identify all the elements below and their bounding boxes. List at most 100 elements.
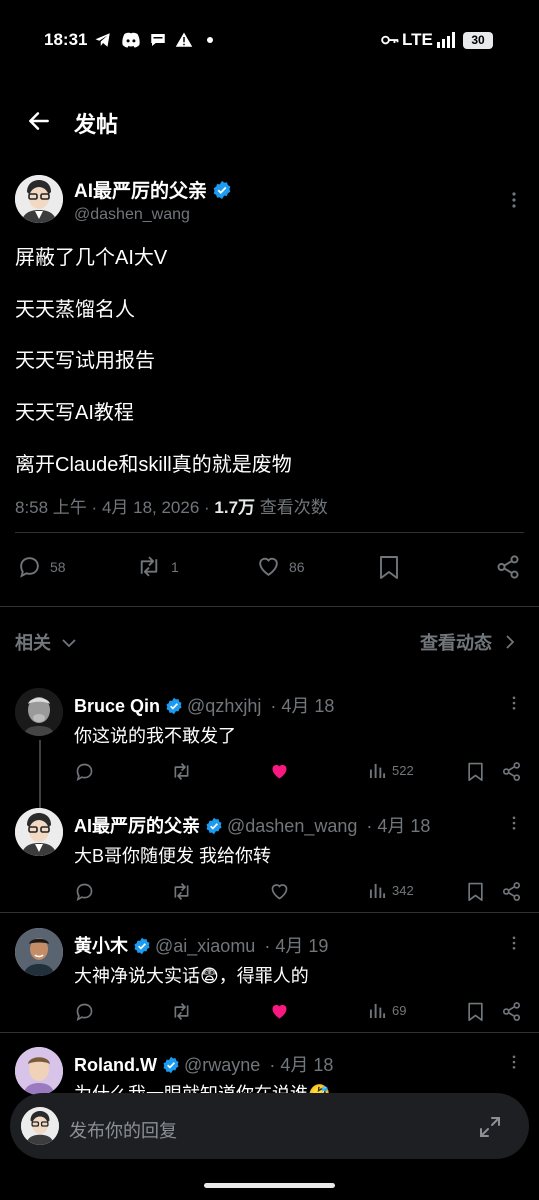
telegram-icon <box>94 31 112 49</box>
reply-handle[interactable]: @dashen_wang <box>227 816 357 836</box>
more-options-icon[interactable] <box>506 191 522 209</box>
status-time: 18:31 <box>44 30 88 49</box>
like-button[interactable]: 86 <box>256 554 305 579</box>
verified-badge-icon <box>166 697 182 715</box>
reply-handle[interactable]: @qzhxjhj <box>187 696 261 716</box>
like-count: 86 <box>289 558 305 575</box>
repost-icon <box>140 556 158 577</box>
reply-avatar[interactable] <box>15 688 63 736</box>
views-count: 522 <box>392 763 414 778</box>
chevron-right-icon <box>506 635 515 649</box>
key-icon <box>381 33 399 47</box>
share-icon[interactable] <box>501 761 522 782</box>
expand-icon[interactable] <box>478 1115 502 1139</box>
repost-icon[interactable] <box>170 881 193 902</box>
verified-badge-icon <box>213 180 231 200</box>
more-options-icon[interactable] <box>507 1054 521 1070</box>
reply-avatar[interactable] <box>15 928 63 976</box>
verified-badge-icon <box>163 1056 179 1074</box>
bookmark-icon[interactable] <box>466 881 485 902</box>
views-chart-icon <box>369 1003 386 1019</box>
reply-text: 大B哥你随便发 我给你转 <box>74 846 272 866</box>
more-options-icon[interactable] <box>507 695 521 711</box>
author-avatar[interactable] <box>15 175 63 223</box>
related-dropdown[interactable]: 相关 <box>15 629 76 655</box>
repost-icon[interactable] <box>170 761 193 782</box>
composer-avatar <box>21 1107 59 1145</box>
repost-button[interactable]: 1 <box>135 554 179 579</box>
repost-icon[interactable] <box>170 1001 193 1022</box>
thread-line <box>39 740 41 808</box>
reply-date[interactable]: 4月 18 <box>280 1055 333 1075</box>
author-name-row[interactable]: AI最严厉的父亲 <box>74 176 232 203</box>
divider <box>0 606 539 607</box>
reply-author-name[interactable]: Roland.W <box>74 1055 157 1075</box>
back-arrow-icon[interactable] <box>26 108 52 134</box>
heart-filled-icon[interactable] <box>269 761 290 782</box>
reply-header[interactable]: 黄小木 @ai_xiaomu · 4月 19 <box>74 932 328 958</box>
views-button[interactable]: 522 <box>369 762 414 779</box>
post-line: 天天写AI教程 <box>15 402 134 424</box>
reply-author-name[interactable]: AI最严厉的父亲 <box>74 816 200 836</box>
divider <box>0 1032 539 1033</box>
signal-icon <box>437 32 457 48</box>
post-line: 天天蒸馏名人 <box>15 299 135 321</box>
reply-icon <box>20 557 39 578</box>
reply-header[interactable]: Roland.W @rwayne · 4月 18 <box>74 1051 333 1077</box>
view-activity-label: 查看动态 <box>420 633 492 653</box>
network-type: LTE <box>402 30 433 49</box>
heart-icon[interactable] <box>269 881 290 902</box>
reply-author-name[interactable]: Bruce Qin <box>74 696 160 716</box>
warning-icon <box>175 31 193 49</box>
reply-avatar[interactable] <box>15 1047 63 1095</box>
author-handle[interactable]: @dashen_wang <box>74 206 190 224</box>
verified-badge-icon <box>206 817 222 835</box>
battery-indicator: 30 <box>463 32 493 49</box>
views-button[interactable]: 69 <box>369 1002 406 1019</box>
post-line: 天天写试用报告 <box>15 350 155 372</box>
reply-count: 58 <box>50 558 66 575</box>
reply-handle[interactable]: @rwayne <box>184 1055 260 1075</box>
reply-header[interactable]: Bruce Qin @qzhxjhj · 4月 18 <box>74 692 334 718</box>
author-name[interactable]: AI最严厉的父亲 <box>74 181 207 202</box>
divider <box>0 912 539 913</box>
reply-text: 你这说的我不敢发了 <box>74 726 236 746</box>
views-button[interactable]: 342 <box>369 882 414 899</box>
share-icon[interactable] <box>501 881 522 902</box>
reply-icon[interactable] <box>74 881 95 902</box>
views-label[interactable]: 查看次数 <box>260 498 328 517</box>
reply-text: 大神净说大实话😨，得罪人的 <box>74 966 309 986</box>
reply-header[interactable]: AI最严厉的父亲 @dashen_wang · 4月 18 <box>74 812 430 838</box>
bookmark-icon[interactable] <box>466 1001 485 1022</box>
reply-date[interactable]: 4月 19 <box>275 936 328 956</box>
status-bar: 18:31 LTE 30 <box>0 0 539 80</box>
page-title: 发帖 <box>74 112 119 137</box>
more-options-icon[interactable] <box>507 815 521 831</box>
view-activity-link[interactable]: 查看动态 <box>420 629 515 655</box>
share-icon[interactable] <box>495 554 521 580</box>
more-options-icon[interactable] <box>507 935 521 951</box>
post-meta: 8:58 上午 · 4月 18, 2026 · 1.7万 查看次数 <box>15 498 328 517</box>
reply-avatar[interactable] <box>15 808 63 856</box>
reply-handle[interactable]: @ai_xiaomu <box>155 936 255 956</box>
heart-filled-icon[interactable] <box>269 1001 290 1022</box>
reply-date[interactable]: 4月 18 <box>377 816 430 836</box>
reply-icon[interactable] <box>74 1001 95 1022</box>
related-label: 相关 <box>15 633 51 653</box>
repost-count: 1 <box>171 558 179 575</box>
views-count: 69 <box>392 1003 407 1018</box>
heart-icon <box>259 557 278 576</box>
bookmark-icon[interactable] <box>377 554 401 580</box>
home-indicator[interactable] <box>204 1183 335 1188</box>
views-count: 1.7万 <box>214 498 256 517</box>
bookmark-icon[interactable] <box>466 761 485 782</box>
reply-author-name[interactable]: 黄小木 <box>74 936 128 956</box>
reply-button[interactable]: 58 <box>17 554 66 579</box>
reply-icon[interactable] <box>74 761 95 782</box>
views-chart-icon <box>369 883 386 899</box>
reply-date[interactable]: 4月 18 <box>281 696 334 716</box>
post-date: 4月 18, 2026 <box>101 498 200 517</box>
share-icon[interactable] <box>501 1001 522 1022</box>
reply-input[interactable]: 发布你的回复 <box>69 1117 177 1143</box>
views-chart-icon <box>369 763 386 779</box>
